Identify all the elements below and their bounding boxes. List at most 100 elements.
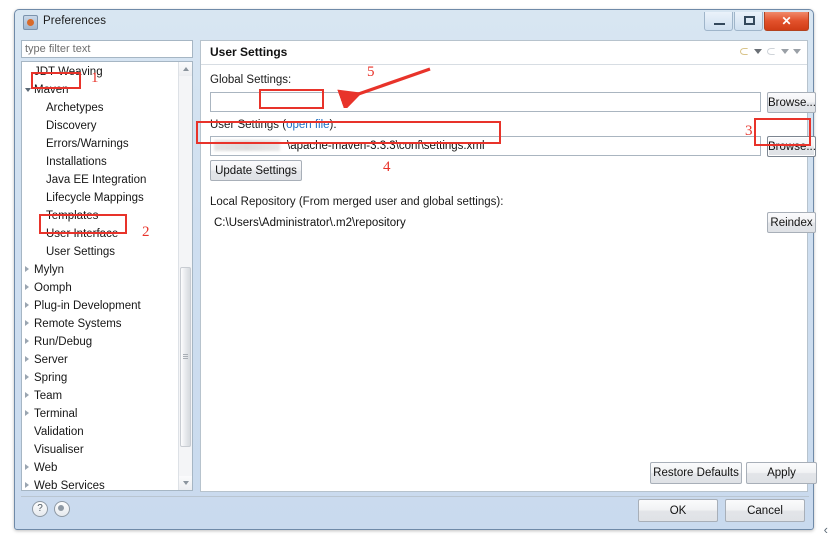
sidebar-item-label: User Settings	[46, 246, 116, 258]
sidebar-item-maven[interactable]: Maven	[22, 81, 180, 99]
back-dropdown-caret-icon[interactable]	[754, 49, 762, 54]
sidebar-item-templates[interactable]: Templates	[22, 207, 180, 225]
sidebar-item-errors-warnings[interactable]: Errors/Warnings	[22, 135, 180, 153]
dot-icon[interactable]	[54, 501, 70, 517]
sidebar-item-web[interactable]: Web	[22, 459, 180, 477]
window-titlebar: Preferences ✕	[15, 10, 813, 36]
chevron-right-icon[interactable]	[25, 464, 29, 470]
sidebar-item-remote-systems[interactable]: Remote Systems	[22, 315, 180, 333]
user-settings-browse-button[interactable]: Browse...	[767, 136, 816, 157]
chevron-right-icon[interactable]	[25, 356, 29, 362]
cancel-button[interactable]: Cancel	[725, 499, 805, 522]
user-settings-label-suffix: ):	[329, 119, 337, 131]
sidebar-item-label: Run/Debug	[34, 336, 93, 348]
preferences-sidebar: JDT Weaving Maven Archetypes Discovery Error…	[21, 40, 193, 492]
sidebar-item-plug-in-development[interactable]: Plug-in Development	[22, 297, 180, 315]
user-settings-panel: User Settings Global Settings: Browse...	[200, 40, 817, 492]
sidebar-item-label: Templates	[46, 210, 99, 222]
update-settings-button[interactable]: Update Settings	[210, 160, 302, 181]
close-icon: ✕	[781, 14, 792, 28]
sidebar-item-label: Installations	[46, 156, 107, 168]
restore-defaults-button[interactable]: Restore Defaults	[650, 462, 742, 484]
sidebar-item-lifecycle-mappings[interactable]: Lifecycle Mappings	[22, 189, 180, 207]
chevron-right-icon[interactable]	[25, 302, 29, 308]
sidebar-item-label: Spring	[34, 372, 68, 384]
view-menu-caret-icon[interactable]	[793, 49, 801, 54]
sidebar-item-label: Remote Systems	[34, 318, 122, 330]
sidebar-item-java-ee-integration[interactable]: Java EE Integration	[22, 171, 180, 189]
corner-collapse-icon[interactable]: ‹	[824, 522, 828, 537]
window-controls: ✕	[704, 12, 809, 31]
sidebar-item-label: JDT Weaving	[34, 66, 103, 78]
sidebar-item-user-interface[interactable]: User Interface	[22, 225, 180, 243]
sidebar-item-label: Server	[34, 354, 68, 366]
global-settings-label: Global Settings:	[210, 74, 292, 86]
sidebar-item-terminal[interactable]: Terminal	[22, 405, 180, 423]
tree-scrollbar[interactable]	[178, 62, 192, 490]
sidebar-item-visualiser[interactable]: Visualiser	[22, 441, 180, 459]
preferences-window: Preferences ✕ JDT Weaving Maven Archetypes…	[14, 9, 817, 530]
page-title: User Settings	[210, 45, 288, 59]
chevron-right-icon[interactable]	[25, 410, 29, 416]
sidebar-item-web-services[interactable]: Web Services	[22, 477, 180, 490]
panel-header-icons	[739, 46, 801, 57]
minimize-button[interactable]	[704, 12, 733, 31]
global-settings-input[interactable]	[210, 92, 761, 112]
sidebar-item-validation[interactable]: Validation	[22, 423, 180, 441]
sidebar-item-label: Maven	[34, 84, 69, 96]
sidebar-item-label: Web	[34, 462, 58, 474]
sidebar-item-label: Oomph	[34, 282, 72, 294]
preferences-tree[interactable]: JDT Weaving Maven Archetypes Discovery Error…	[21, 61, 193, 491]
user-settings-input-wrapper	[210, 136, 761, 156]
window-content: JDT Weaving Maven Archetypes Discovery Error…	[16, 36, 817, 530]
help-glyph: ?	[37, 503, 43, 514]
chevron-right-icon[interactable]	[25, 482, 29, 488]
apply-button[interactable]: Apply	[746, 462, 817, 484]
sidebar-item-discovery[interactable]: Discovery	[22, 117, 180, 135]
sidebar-item-archetypes[interactable]: Archetypes	[22, 99, 180, 117]
reindex-button[interactable]: Reindex	[767, 212, 816, 233]
user-settings-label-prefix: User Settings (	[210, 119, 287, 131]
scroll-up-icon[interactable]	[179, 62, 192, 76]
sidebar-item-run-debug[interactable]: Run/Debug	[22, 333, 180, 351]
window-title: Preferences	[43, 15, 107, 27]
sidebar-item-label: Archetypes	[46, 102, 104, 114]
filter-input[interactable]	[21, 40, 193, 58]
sidebar-item-label: Lifecycle Mappings	[46, 192, 144, 204]
maximize-button[interactable]	[734, 12, 763, 31]
user-settings-input[interactable]	[210, 136, 761, 156]
global-settings-browse-button[interactable]: Browse...	[767, 92, 816, 113]
user-settings-label: User Settings (open file):	[210, 119, 337, 131]
chevron-right-icon[interactable]	[25, 266, 29, 272]
sidebar-item-user-settings[interactable]: User Settings	[22, 243, 180, 261]
chevron-right-icon[interactable]	[25, 284, 29, 290]
sidebar-item-jdt-weaving[interactable]: JDT Weaving	[22, 63, 180, 81]
sidebar-item-team[interactable]: Team	[22, 387, 180, 405]
sidebar-item-spring[interactable]: Spring	[22, 369, 180, 387]
sidebar-item-label: Validation	[34, 426, 84, 438]
forward-arrow-icon[interactable]	[766, 46, 777, 57]
redacted-path-prefix	[214, 140, 280, 151]
minimize-icon	[714, 23, 725, 25]
open-file-link[interactable]: open file	[286, 119, 329, 131]
close-button[interactable]: ✕	[764, 12, 809, 31]
help-icon[interactable]: ?	[32, 501, 48, 517]
sidebar-item-server[interactable]: Server	[22, 351, 180, 369]
chevron-right-icon[interactable]	[25, 392, 29, 398]
ok-button[interactable]: OK	[638, 499, 718, 522]
sidebar-item-installations[interactable]: Installations	[22, 153, 180, 171]
sidebar-item-label: Plug-in Development	[34, 300, 141, 312]
scrollbar-thumb[interactable]	[180, 267, 191, 447]
scroll-down-icon[interactable]	[179, 476, 192, 490]
chevron-right-icon[interactable]	[25, 320, 29, 326]
preferences-app-icon	[23, 15, 38, 30]
sidebar-item-oomph[interactable]: Oomph	[22, 279, 180, 297]
sidebar-item-label: Visualiser	[34, 444, 84, 456]
panel-header: User Settings	[201, 41, 807, 65]
chevron-down-icon[interactable]	[25, 88, 31, 95]
back-arrow-icon[interactable]	[739, 46, 750, 57]
chevron-right-icon[interactable]	[25, 374, 29, 380]
forward-dropdown-caret-icon[interactable]	[781, 49, 789, 54]
chevron-right-icon[interactable]	[25, 338, 29, 344]
sidebar-item-mylyn[interactable]: Mylyn	[22, 261, 180, 279]
